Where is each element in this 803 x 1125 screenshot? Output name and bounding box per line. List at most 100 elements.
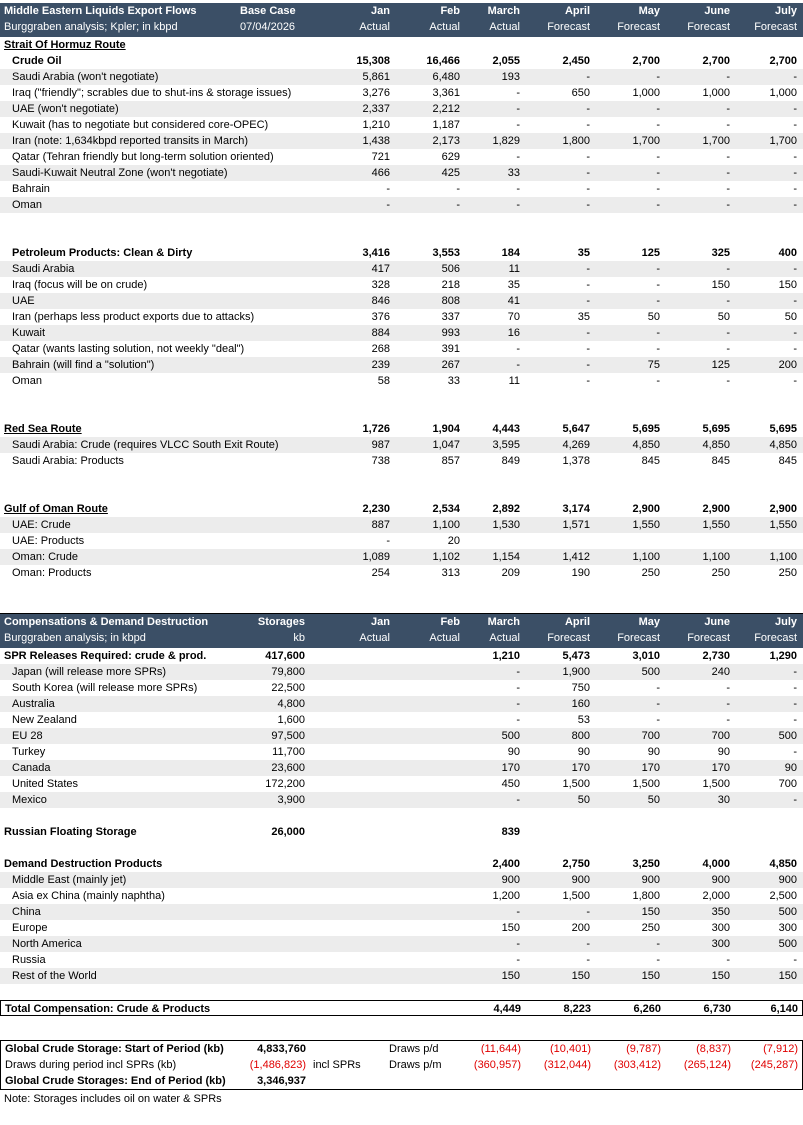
cell-value: 4,850 [769,439,797,451]
cell-value: 250 [641,567,660,579]
table-row: Mexico 3,900 - 50 50 30 - [0,792,803,808]
table-row: Saudi Arabia: Crude (requires VLCC South… [0,437,803,453]
table-row: UAE (won't negotiate) 2,337 2,212- - - - - [0,101,803,117]
table-row: Bahrain (will find a "solution") 239 267- -… [0,357,803,373]
cell-value: 500 [778,730,797,742]
cell-value: - [656,714,660,726]
month-header: March [487,5,520,17]
cell-value: 58 [377,375,390,387]
cell-value: 50 [647,794,660,806]
cell-value: 150 [501,970,520,982]
cell-value: - [586,151,590,163]
cell-value: - [793,167,797,179]
type-header: Actual [359,21,390,33]
cell-value: 721 [371,151,390,163]
row-label: Saudi Arabia (won't negotiate) [12,71,159,83]
cell-value: 150 [778,970,797,982]
storage-value: 172,200 [265,778,305,790]
cell-value: 900 [501,874,520,886]
cell-value: 1,500 [632,778,660,790]
cell-value: - [516,359,520,371]
cell-value: 5,695 [632,423,660,435]
cell-value: 1,726 [362,423,390,435]
type-header: Forecast [754,21,797,33]
cell-value: 2,055 [492,55,520,67]
row-label: Rest of the World [12,970,97,982]
cell-value: 500 [501,730,520,742]
cell-value: 250 [778,567,797,579]
cell-value: - [726,167,730,179]
row-label: Petroleum Products: Clean & Dirty [12,247,193,259]
cell-value: - [726,698,730,710]
cell-value: 2,730 [702,650,730,662]
cell-value: 1,438 [362,135,390,147]
table-row: Middle East (mainly jet) 900 900 900 900 900 [0,872,803,888]
cell-value: 150 [571,970,590,982]
cell-value: 3,010 [632,650,660,662]
exports-header: Middle Eastern Liquids Export Flows Base… [0,3,803,37]
cell-value: 900 [571,874,590,886]
draws-pm-value: (312,044) [543,1059,591,1071]
type-header: Actual [489,21,520,33]
table-row: Saudi-Kuwait Neutral Zone (won't negotia… [0,165,803,181]
cell-value: 300 [778,922,797,934]
row-label: Oman: Crude [12,551,79,563]
table-row: China - - 150 350 500 [0,904,803,920]
cell-value: 1,100 [632,551,660,563]
cell-value: 1,800 [562,135,590,147]
cell-value: 2,500 [769,890,797,902]
table-row: Rest of the World 150 150 150 150 150 [0,968,803,984]
cell-value: - [586,103,590,115]
cell-value: - [516,151,520,163]
cell-value: 184 [501,247,520,259]
cell-value: 900 [641,874,660,886]
table-row: Kuwait (has to negotiate but considered … [0,117,803,133]
cell-value: 4,269 [562,439,590,451]
cell-value: - [793,343,797,355]
cell-value: - [586,906,590,918]
table-row: Iran (perhaps less product exports due t… [0,309,803,325]
cell-value: - [516,682,520,694]
table-row: Asia ex China (mainly naphtha) 1,200 1,500… [0,888,803,904]
cell-value: 11 [508,375,520,387]
type-header: Actual [359,632,390,644]
cell-value: - [793,295,797,307]
global-end-label: Global Crude Storages: End of Period (kb… [5,1075,226,1087]
cell-value: 239 [371,359,390,371]
row-label: Qatar (Tehran friendly but long-term sol… [12,151,274,163]
cell-value: 1,500 [562,890,590,902]
row-label: Iran (note: 1,634kbpd reported transits … [12,135,249,147]
draws-incl-spr: incl SPRs [313,1059,361,1071]
month-header: June [704,5,730,17]
row-label: Saudi Arabia [12,263,75,275]
cell-value: - [586,119,590,131]
row-label: Kuwait [12,327,46,339]
row-label: Russian Floating Storage [4,826,137,838]
cell-value: 1,500 [562,778,590,790]
cell-value: 90 [647,746,660,758]
cell-value: 845 [641,455,660,467]
table-row: Iraq ("friendly"; scrables due to shut-i… [0,85,803,101]
cell-value: - [726,183,730,195]
cell-value: - [516,666,520,678]
cell-value: 1,000 [769,87,797,99]
table-row: UAE 846 808 41- - - - [0,293,803,309]
cell-value: 170 [711,762,730,774]
cell-value: 1,089 [362,551,390,563]
compensation-subtitle: Burggraben analysis; in kbpd [4,632,146,644]
cell-value: 90 [784,762,797,774]
row-label: New Zealand [12,714,77,726]
cell-value: 150 [641,970,660,982]
cell-value: - [586,375,590,387]
row-label: Canada [12,762,51,774]
row-label: Qatar (wants lasting solution, not weekl… [12,343,245,355]
storage-value: 23,600 [271,762,305,774]
cell-value: - [656,682,660,694]
month-header: March [487,616,520,628]
cell-value: 90 [717,746,730,758]
table-row: Canada 23,600 170 170 170 170 90 [0,760,803,776]
cell-value: - [726,714,730,726]
